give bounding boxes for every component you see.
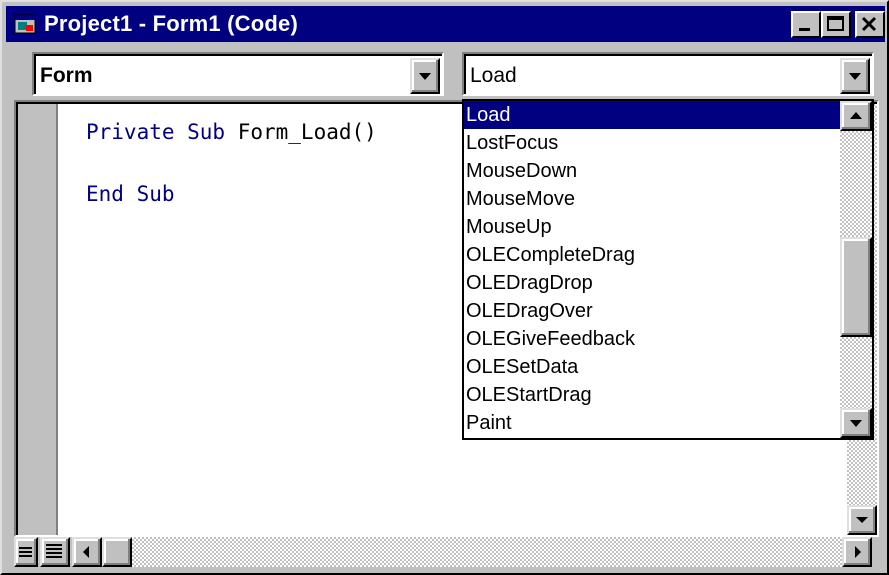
procedure-list-item[interactable]: Paint	[464, 409, 840, 437]
object-combo[interactable]: Form	[32, 52, 444, 96]
keyword: Private Sub	[86, 120, 226, 144]
procedure-dropdown-list[interactable]: Load LostFocus MouseDown MouseMove MouseUp OL…	[462, 99, 874, 440]
arrow-up-icon	[850, 112, 862, 119]
dropdown-scroll-thumb[interactable]	[840, 237, 872, 337]
procedure-list-item[interactable]: MouseMove	[464, 185, 840, 213]
maximize-button[interactable]	[821, 11, 851, 38]
maximize-icon	[827, 16, 844, 31]
procedure-list-item[interactable]: OLECompleteDrag	[464, 241, 840, 269]
procedure-list-item[interactable]: MouseUp	[464, 213, 840, 241]
object-combo-dropdown-button[interactable]	[410, 58, 440, 94]
arrow-left-icon	[83, 546, 89, 558]
procedure-list-item[interactable]: LostFocus	[464, 129, 840, 157]
code-line-2[interactable]: End Sub	[86, 182, 175, 206]
chevron-down-icon	[419, 73, 431, 80]
scroll-left-button[interactable]	[72, 537, 102, 567]
procedure-view-icon	[19, 547, 32, 557]
horizontal-scroll-track[interactable]	[132, 537, 842, 567]
full-module-view-button[interactable]	[40, 537, 70, 567]
procedure-combo[interactable]: Load	[462, 52, 874, 96]
object-combo-value: Form	[40, 64, 93, 87]
scroll-right-button[interactable]	[842, 537, 872, 567]
dropdown-scroll-down-button[interactable]	[840, 408, 872, 438]
scroll-down-button[interactable]	[847, 505, 877, 535]
horizontal-scroll-thumb[interactable]	[102, 537, 132, 567]
arrow-down-icon	[850, 420, 862, 427]
dropdown-scroll-up-button[interactable]	[840, 101, 872, 131]
arrow-down-icon	[856, 517, 868, 523]
procedure-list-item[interactable]: OLEDragOver	[464, 297, 840, 325]
arrow-right-icon	[855, 546, 861, 558]
procedure-list-item[interactable]: OLEGiveFeedback	[464, 325, 840, 353]
chevron-down-icon	[849, 73, 861, 80]
procedure-combo-dropdown-button[interactable]	[840, 58, 870, 94]
code-line-1[interactable]: Private Sub Form_Load()	[86, 120, 377, 144]
full-module-view-icon	[46, 544, 62, 558]
minimize-button[interactable]	[791, 11, 821, 38]
minimize-icon	[799, 28, 810, 31]
procedure-list-item[interactable]: OLESetData	[464, 353, 840, 381]
title-bar[interactable]: Project1 - Form1 (Code)	[6, 6, 885, 42]
procedure-list-item[interactable]: OLEDragDrop	[464, 269, 840, 297]
code-window: Project1 - Form1 (Code) Form Load Privat…	[0, 0, 889, 575]
window-title: Project1 - Form1 (Code)	[44, 11, 298, 36]
margin-indicator-bar[interactable]	[18, 104, 58, 535]
procedure-combo-value: Load	[470, 64, 517, 87]
keyword: End Sub	[86, 182, 175, 206]
procedure-list-item[interactable]: MouseDown	[464, 157, 840, 185]
code-text: Form_Load()	[225, 120, 377, 144]
procedure-list-item[interactable]: OLEStartDrag	[464, 381, 840, 409]
close-button[interactable]	[855, 11, 885, 38]
close-icon	[861, 16, 877, 32]
procedure-list[interactable]: Load LostFocus MouseDown MouseMove MouseUp OL…	[464, 101, 840, 438]
vb-form-icon	[14, 14, 36, 34]
procedure-view-button[interactable]	[14, 537, 38, 567]
dropdown-vertical-scrollbar[interactable]	[840, 101, 872, 438]
editor-horizontal-scrollbar-area	[14, 537, 879, 567]
procedure-list-item[interactable]: Load	[464, 101, 840, 129]
